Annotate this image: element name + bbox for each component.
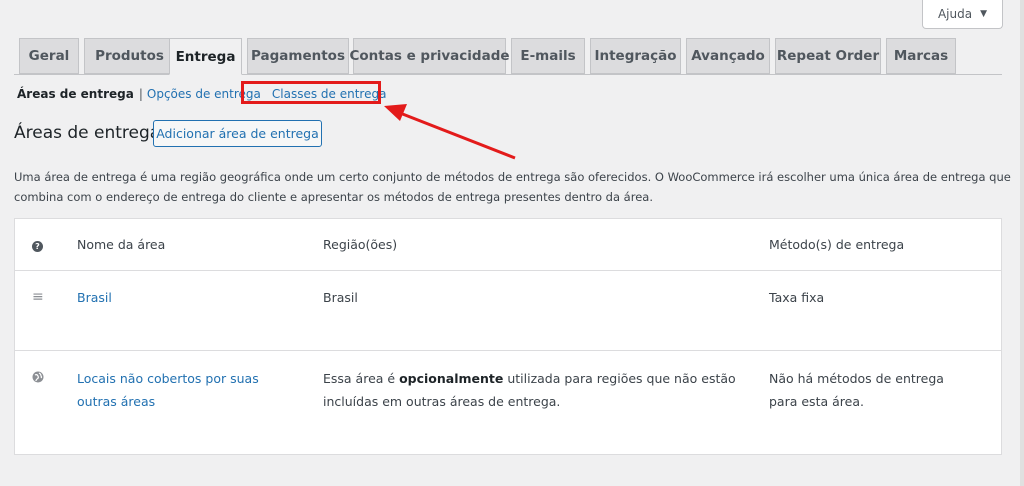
settings-tabs: Geral Produtos Entrega Pagamentos Contas…	[14, 38, 1002, 75]
zone-region: Brasil	[323, 290, 358, 305]
col-region: Região(ões)	[323, 237, 398, 252]
other-zone-method: Não há métodos de entrega para esta área…	[769, 371, 944, 409]
tab-repeat-order[interactable]: Repeat Order	[775, 38, 881, 74]
other-zone-region: Essa área é opcionalmente utilizada para…	[323, 371, 736, 409]
add-zone-button[interactable]: Adicionar área de entrega	[153, 120, 322, 147]
scrollbar[interactable]	[1020, 0, 1024, 486]
tab-geral[interactable]: Geral	[19, 38, 79, 74]
tab-pagamentos[interactable]: Pagamentos	[247, 38, 349, 74]
col-method: Método(s) de entrega	[769, 237, 905, 252]
subnav-separator: |	[138, 87, 143, 101]
tab-produtos[interactable]: Produtos	[84, 38, 175, 74]
tab-avancado[interactable]: Avançado	[686, 38, 770, 74]
help-label: Ajuda	[937, 7, 973, 21]
globe-icon	[32, 367, 44, 390]
tab-entrega[interactable]: Entrega	[169, 38, 242, 75]
table-row[interactable]	[15, 271, 1001, 351]
caret-down-icon: ▼	[980, 9, 988, 19]
other-zone-link[interactable]: Locais não cobertos por suas outras área…	[77, 367, 267, 413]
zone-name-link[interactable]: Brasil	[77, 286, 277, 309]
table-header: ? Nome da área Região(ões) Método(s) de …	[15, 219, 1001, 271]
annotation-highlight-box	[241, 81, 381, 104]
tab-contas-privacidade[interactable]: Contas e privacidade	[349, 38, 510, 74]
tab-integracao[interactable]: Integração	[590, 38, 681, 74]
col-name: Nome da área	[77, 237, 166, 252]
subnav-current: Áreas de entrega	[17, 87, 134, 101]
help-tip-icon[interactable]: ?	[32, 233, 43, 256]
tab-emails[interactable]: E-mails	[511, 38, 585, 74]
drag-handle-icon[interactable]: ≡	[32, 286, 44, 309]
help-tab-button[interactable]: Ajuda ▼	[922, 0, 1003, 29]
tab-marcas[interactable]: Marcas	[886, 38, 956, 74]
page-title: Áreas de entrega	[14, 123, 161, 143]
page-description: Uma área de entrega é uma região geográf…	[14, 170, 1011, 204]
zone-method: Taxa fixa	[769, 290, 825, 305]
shipping-zones-table: ? Nome da área Região(ões) Método(s) de …	[14, 218, 1002, 455]
